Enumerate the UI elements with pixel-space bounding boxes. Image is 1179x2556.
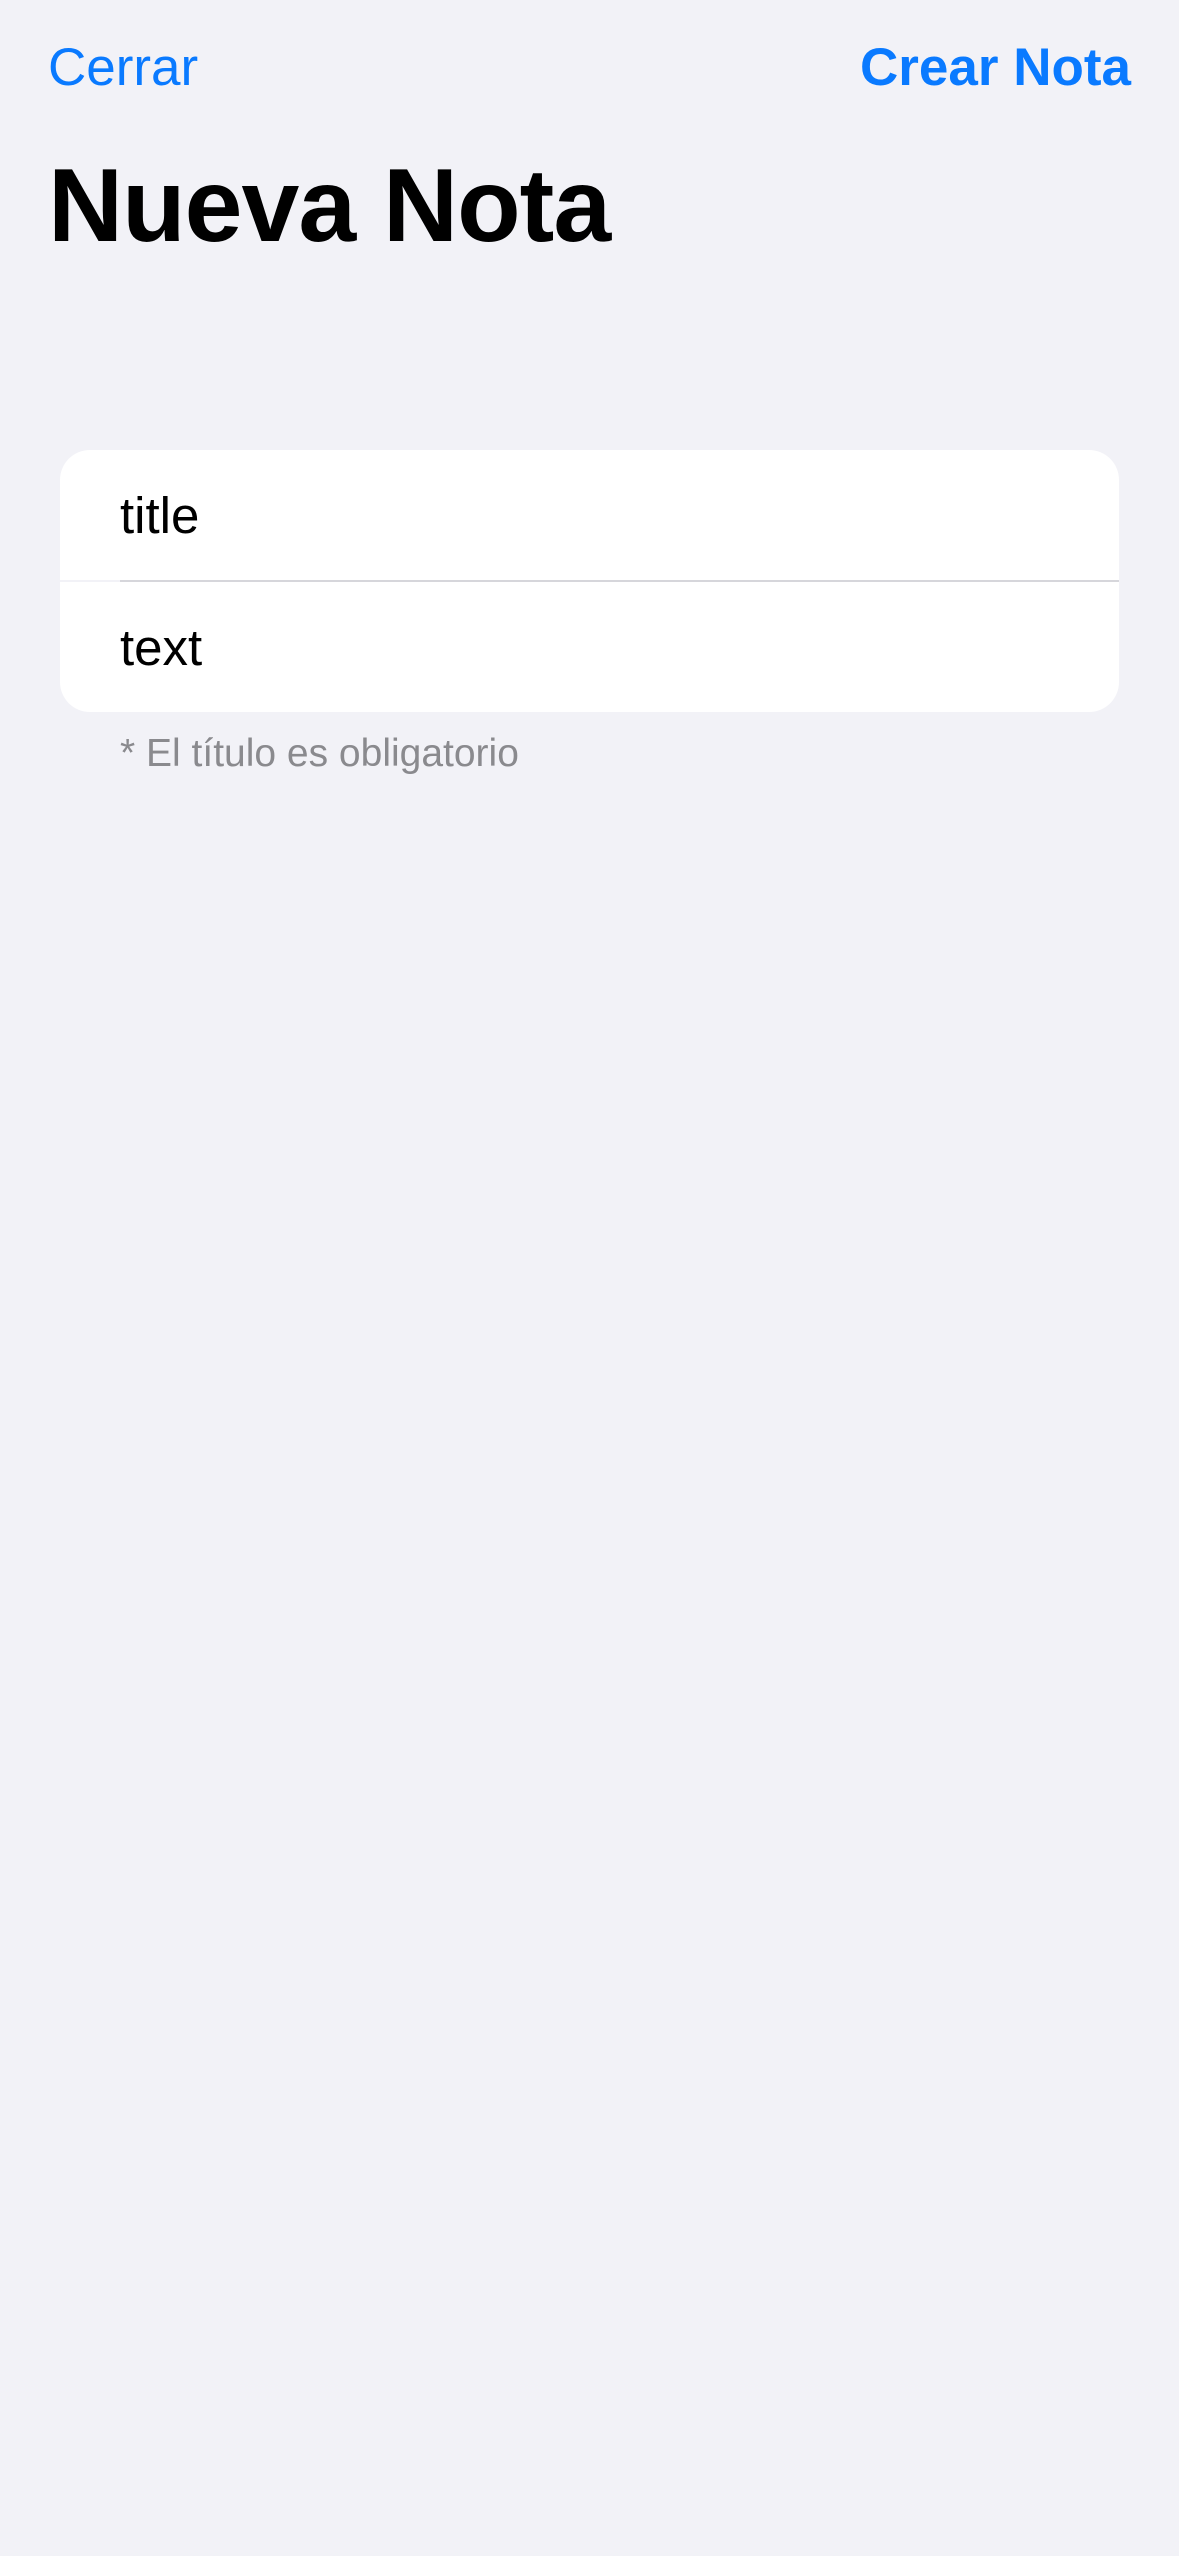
title-field-row[interactable]	[60, 450, 1119, 580]
text-input[interactable]	[120, 582, 1080, 712]
create-note-button[interactable]: Crear Nota	[860, 36, 1131, 100]
close-button[interactable]: Cerrar	[48, 36, 198, 100]
page-title: Nueva Nota	[48, 148, 611, 264]
title-input[interactable]	[120, 450, 1080, 580]
title-required-hint: * El título es obligatorio	[120, 732, 519, 775]
text-field-row[interactable]	[60, 582, 1119, 712]
navigation-bar: Cerrar Crear Nota	[0, 0, 1179, 140]
